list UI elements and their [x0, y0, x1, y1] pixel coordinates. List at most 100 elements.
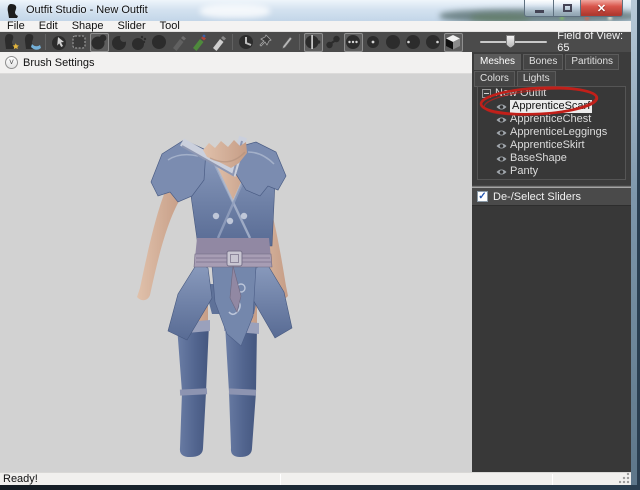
close-icon: ✕: [597, 2, 606, 15]
glass-desktop-blob2: [470, 14, 530, 21]
load-reference-icon[interactable]: [23, 33, 42, 52]
eye-icon[interactable]: [496, 116, 507, 124]
eye-icon[interactable]: [496, 155, 507, 163]
tree-item-label[interactable]: ApprenticeChest: [510, 113, 591, 126]
tree-item-apprenticeskirt[interactable]: ApprenticeSkirt: [478, 139, 625, 152]
panel-tabs: MeshesBonesPartitions ColorsLights: [472, 52, 631, 87]
tree-item-baseshape[interactable]: BaseShape: [478, 152, 625, 165]
window-title: Outfit Studio - New Outfit: [26, 4, 148, 16]
status-message: Ready!: [3, 473, 38, 486]
status-separator: [552, 474, 553, 485]
character-model: [0, 74, 472, 472]
brush-settings-label: Brush Settings: [23, 57, 95, 69]
slider-list-empty: [472, 205, 631, 472]
alpha-brush-icon[interactable]: [210, 33, 229, 52]
brush-settings-header[interactable]: ˅ Brush Settings: [0, 52, 472, 74]
eye-icon[interactable]: [496, 103, 507, 111]
menu-tool[interactable]: Tool: [153, 21, 187, 32]
toolbar-separator: [45, 34, 46, 50]
deflate-brush-icon[interactable]: [110, 33, 129, 52]
global-brush-collision-icon[interactable]: [344, 33, 363, 52]
toolbar: Field of View: 65: [0, 32, 631, 52]
outfit-studio-window: Outfit Studio - New Outfit ✕ FileEditSha…: [0, 0, 631, 485]
toolbar-icons: [0, 33, 463, 52]
viewport-3d[interactable]: [0, 74, 472, 472]
titlebar[interactable]: Outfit Studio - New Outfit ✕: [0, 0, 631, 21]
collapse-box-icon[interactable]: [482, 89, 491, 98]
menu-file[interactable]: File: [0, 21, 32, 32]
window-right-border: [631, 0, 637, 485]
tree-item-apprenticeleggings[interactable]: ApprenticeLeggings: [478, 126, 625, 139]
select-tool-icon[interactable]: [50, 33, 69, 52]
fov-slider-thumb[interactable]: [506, 35, 515, 48]
brush-falloff-right-icon[interactable]: [424, 33, 443, 52]
load-outfit-icon[interactable]: [3, 33, 22, 52]
collapse-chevron-icon[interactable]: ˅: [5, 56, 18, 69]
x-mirror-toggle-icon[interactable]: [304, 33, 323, 52]
model-skull-decor: [213, 213, 219, 219]
app-icon: [7, 4, 20, 18]
maximize-button[interactable]: [553, 0, 580, 17]
mesh-tree: New OutfitApprenticeScarfApprenticeChest…: [477, 86, 626, 180]
toggle-visibility-icon[interactable]: [444, 33, 463, 52]
tree-root-row[interactable]: New Outfit: [478, 87, 625, 100]
window-controls: ✕: [524, 0, 623, 17]
right-panel: MeshesBonesPartitions ColorsLights New Ou…: [472, 52, 631, 472]
tree-item-label[interactable]: Panty: [510, 165, 538, 178]
main-area: ˅ Brush Settings: [0, 52, 631, 472]
fov-slider[interactable]: [480, 41, 547, 43]
tree-root-label: New Outfit: [495, 87, 546, 100]
glass-reflection: [200, 4, 270, 18]
move-brush-icon[interactable]: [150, 33, 169, 52]
menu-shape[interactable]: Shape: [65, 21, 111, 32]
tree-item-apprenticescarf[interactable]: ApprenticeScarf: [478, 100, 625, 113]
eye-icon[interactable]: [496, 142, 507, 150]
model-skull-decor: [227, 218, 233, 224]
deselect-sliders-label: De-/Select Sliders: [493, 191, 581, 203]
menu-edit[interactable]: Edit: [32, 21, 65, 32]
model-belt-buckle: [227, 251, 242, 266]
smooth-brush-icon[interactable]: [130, 33, 149, 52]
status-separator: [280, 474, 281, 485]
toolbar-separator: [299, 34, 300, 50]
fov-control: Field of View: 65: [480, 32, 631, 52]
pin-tool-icon[interactable]: [257, 33, 276, 52]
maximize-icon: [563, 4, 572, 12]
transform-tool-icon[interactable]: [237, 33, 256, 52]
mask-brush-icon[interactable]: [70, 33, 89, 52]
close-button[interactable]: ✕: [580, 0, 623, 17]
tree-item-label[interactable]: ApprenticeScarf: [510, 100, 592, 113]
toolbar-separator: [232, 34, 233, 50]
brush-falloff-left-icon[interactable]: [404, 33, 423, 52]
tree-item-label[interactable]: ApprenticeSkirt: [510, 139, 585, 152]
connected-only-icon[interactable]: [324, 33, 343, 52]
deselect-sliders-checkbox[interactable]: ✓: [477, 191, 488, 202]
tree-item-label[interactable]: ApprenticeLeggings: [510, 126, 607, 139]
tree-item-label[interactable]: BaseShape: [510, 152, 567, 165]
eye-icon[interactable]: [496, 168, 507, 176]
tab-lights[interactable]: Lights: [517, 71, 556, 87]
tab-bones[interactable]: Bones: [523, 54, 563, 70]
minimize-icon: [535, 10, 544, 13]
left-pane: ˅ Brush Settings: [0, 52, 472, 472]
brush-falloff-full-icon[interactable]: [384, 33, 403, 52]
desktop: Outfit Studio - New Outfit ✕ FileEditSha…: [0, 0, 640, 490]
brush-falloff-center-icon[interactable]: [364, 33, 383, 52]
minimize-button[interactable]: [524, 0, 553, 17]
tab-meshes[interactable]: Meshes: [474, 54, 521, 70]
resize-grip-icon[interactable]: [619, 473, 630, 484]
menu-slider[interactable]: Slider: [111, 21, 153, 32]
eye-icon[interactable]: [496, 129, 507, 137]
inflate-brush-icon[interactable]: [90, 33, 109, 52]
tree-item-panty[interactable]: Panty: [478, 165, 625, 178]
model-skull-decor: [241, 213, 247, 219]
tab-colors[interactable]: Colors: [474, 71, 515, 87]
slider-toggle-bar: ✓ De-/Select Sliders: [472, 188, 631, 205]
fov-label: Field of View: 65: [557, 30, 631, 54]
tab-partitions[interactable]: Partitions: [565, 54, 619, 70]
menubar: FileEditShapeSliderTool: [0, 21, 631, 32]
vertex-edit-icon[interactable]: [277, 33, 296, 52]
color-brush-icon[interactable]: [190, 33, 209, 52]
statusbar: Ready!: [0, 472, 631, 485]
tree-item-apprenticechest[interactable]: ApprenticeChest: [478, 113, 625, 126]
